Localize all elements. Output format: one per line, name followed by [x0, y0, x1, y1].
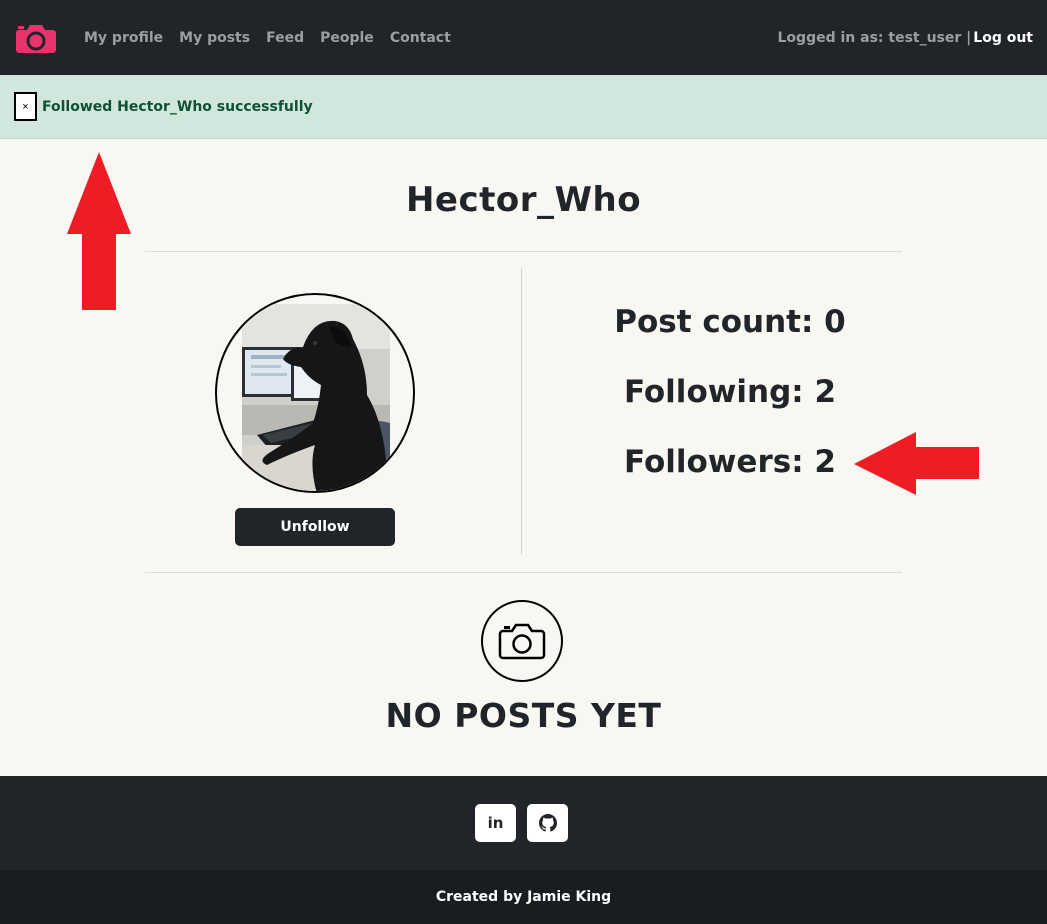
no-posts-badge — [481, 600, 563, 682]
divider-top — [145, 251, 902, 252]
success-alert: × Followed Hector_Who successfully — [0, 75, 1047, 139]
alert-message: Followed Hector_Who successfully — [42, 98, 313, 115]
github-icon — [538, 814, 557, 832]
nav-link-contact[interactable]: Contact — [390, 30, 451, 46]
nav-link-people[interactable]: People — [320, 30, 374, 46]
post-count: Post count: 0 — [614, 304, 846, 340]
brand-logo[interactable] — [16, 23, 56, 53]
divider-vertical — [521, 268, 522, 555]
nav-link-my-profile[interactable]: My profile — [84, 30, 163, 46]
following-count: Following: 2 — [623, 374, 837, 410]
nav-link-feed[interactable]: Feed — [266, 30, 304, 46]
camera-icon — [16, 24, 56, 53]
footer — [0, 776, 1047, 870]
alert-close-button[interactable]: × — [14, 92, 37, 121]
linkedin-icon: in — [487, 814, 504, 832]
footer-credit-bar: Created by Jamie King — [0, 870, 1047, 924]
no-posts-text: NO POSTS YET — [385, 696, 662, 735]
profile-username: Hector_Who — [405, 180, 642, 220]
unfollow-button[interactable]: Unfollow — [235, 508, 395, 546]
followers-count: Followers: 2 — [624, 444, 836, 480]
profile-avatar — [215, 293, 415, 493]
camera-icon — [498, 623, 546, 660]
github-button[interactable] — [527, 804, 568, 842]
footer-credit: Created by Jamie King — [435, 889, 612, 905]
logout-link[interactable]: Log out — [973, 30, 1033, 46]
nav-link-my-posts[interactable]: My posts — [179, 30, 250, 46]
user-status: Logged in as: test_user | Log out — [778, 30, 1033, 46]
dog-photo — [242, 304, 390, 491]
divider-bottom — [145, 572, 902, 573]
annotation-arrow-up-icon — [67, 152, 131, 310]
logged-in-text: Logged in as: test_user | — [777, 29, 972, 46]
navbar: My profile My posts Feed People Contact … — [0, 0, 1047, 75]
linkedin-button[interactable]: in — [475, 804, 516, 842]
nav-links: My profile My posts Feed People Contact — [84, 30, 451, 46]
